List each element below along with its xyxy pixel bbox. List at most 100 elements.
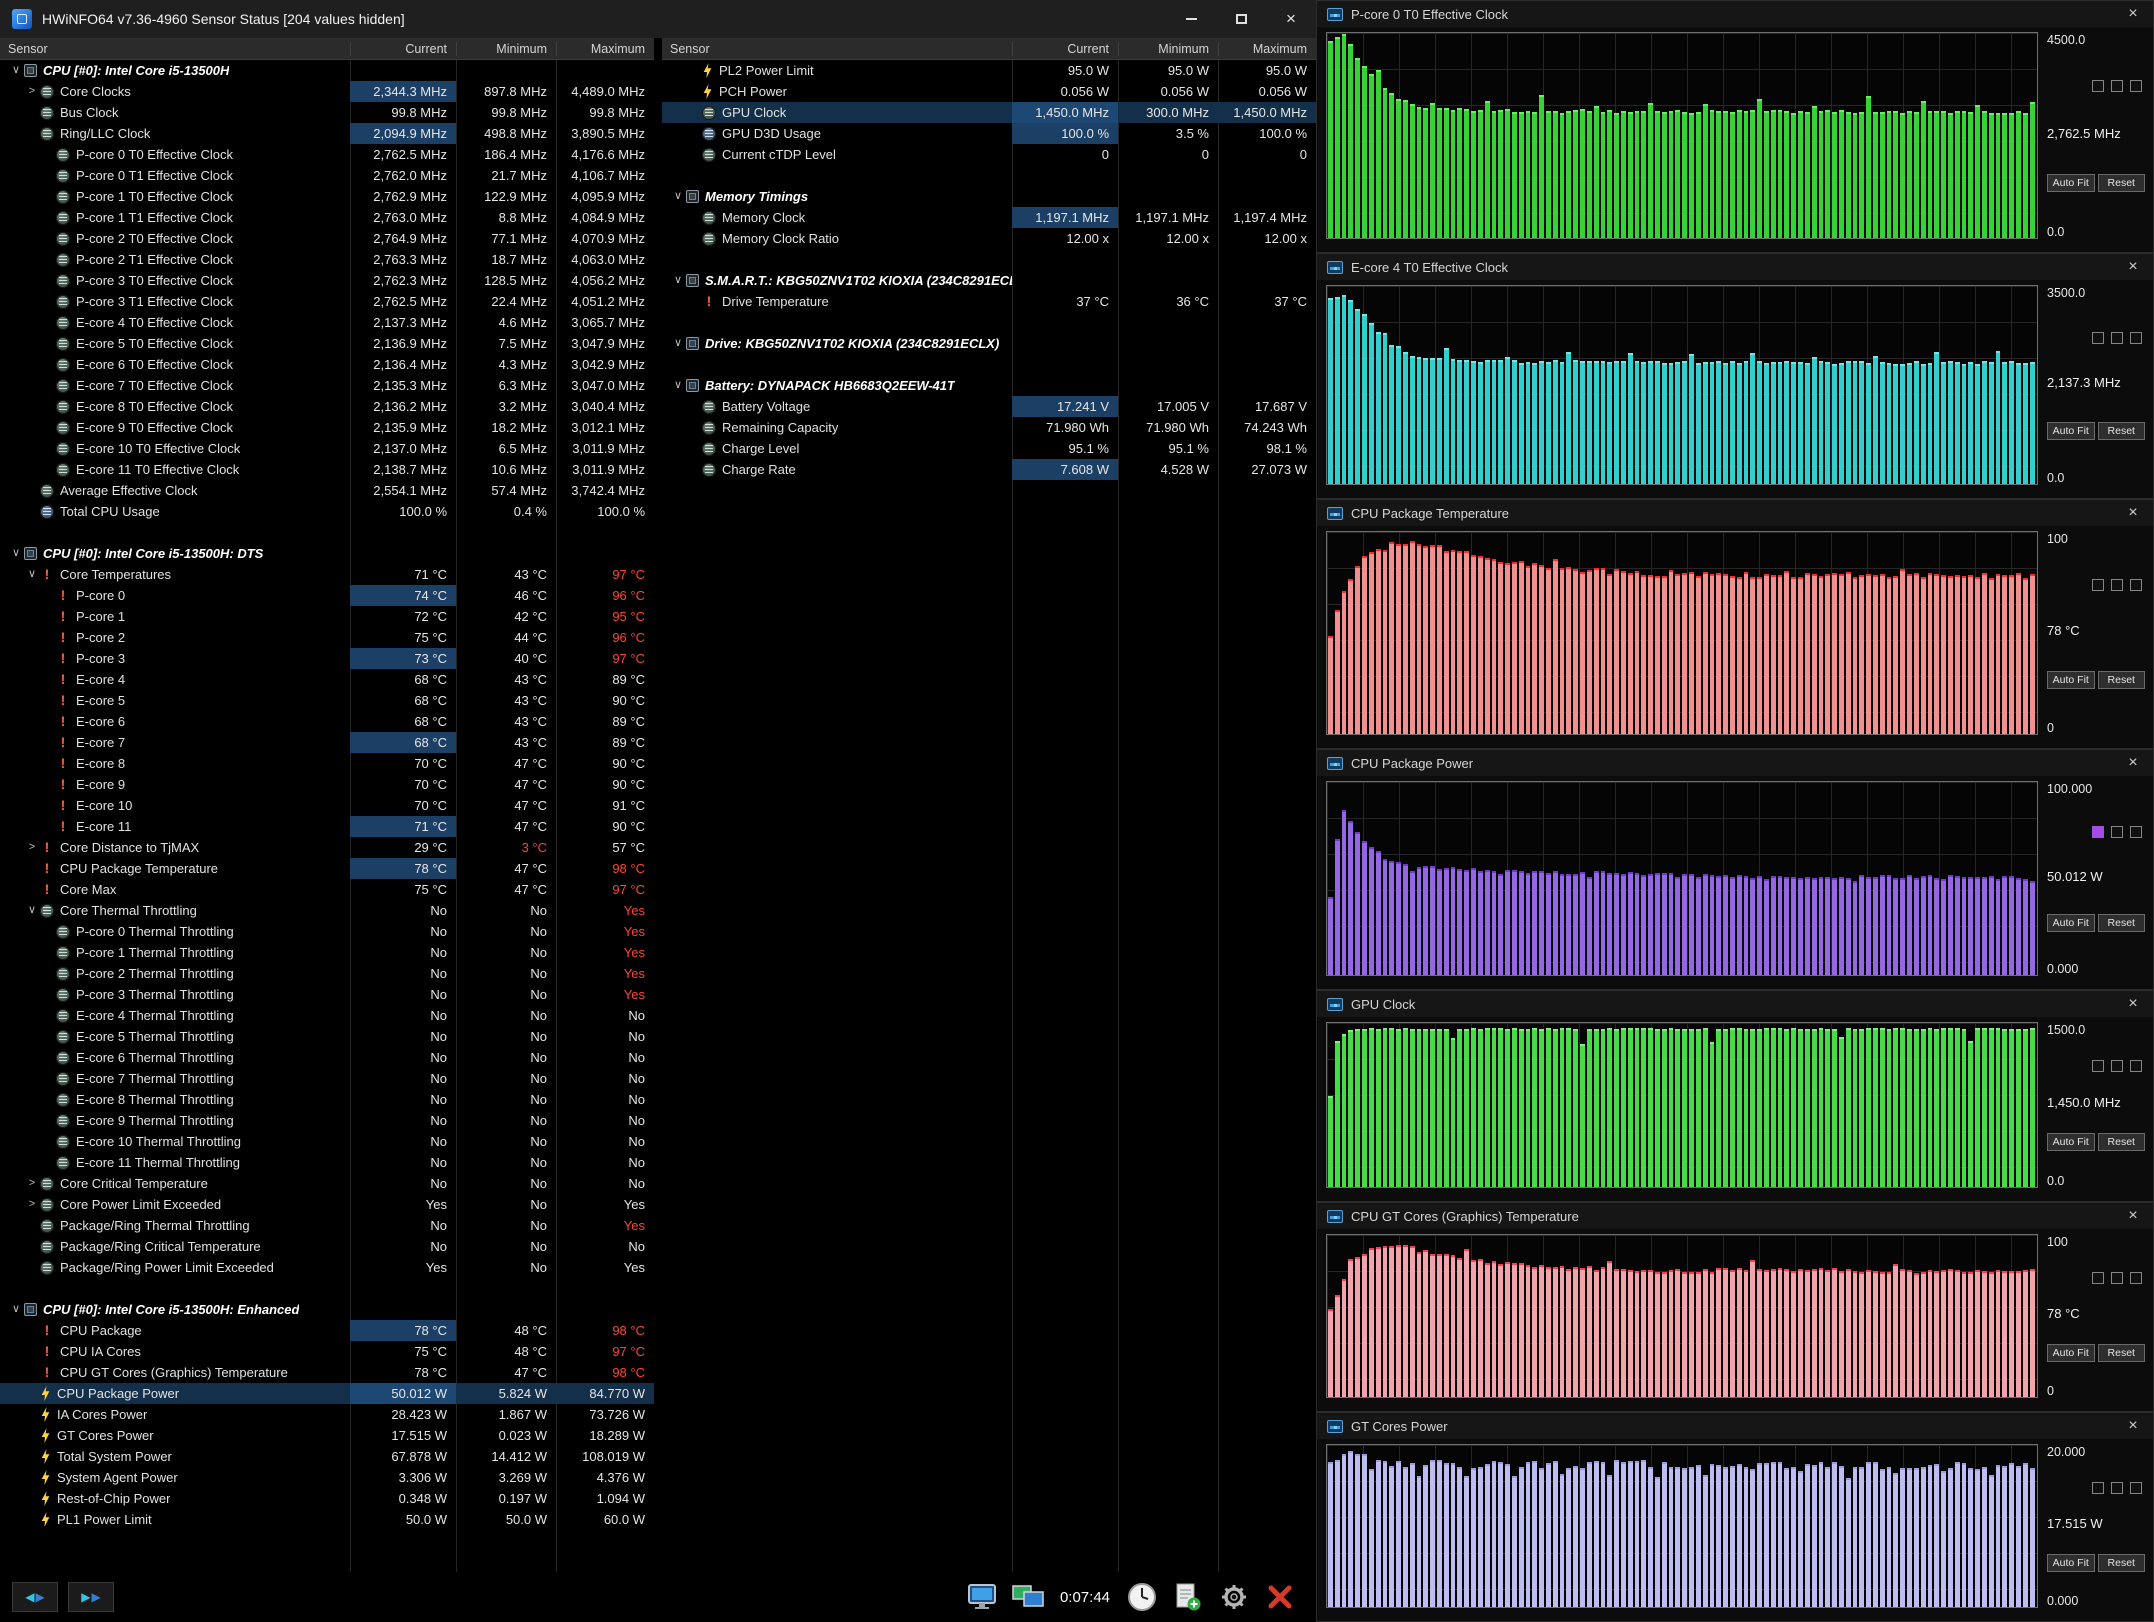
sensor-row[interactable]: P-core 1 Thermal ThrottlingNoNoYes [0, 942, 654, 963]
sensor-row[interactable]: E-core 10 T0 Effective Clock2,137.0 MHz6… [0, 438, 654, 459]
settings-gear-icon[interactable] [1216, 1579, 1252, 1615]
expand-arrow[interactable]: ∨ [24, 564, 40, 585]
graph-option-checkbox[interactable] [2092, 1482, 2104, 1494]
reset-button[interactable]: Reset [2098, 174, 2146, 192]
sensor-group-row[interactable]: ∨CPU [#0]: Intel Core i5-13500H: DTS [0, 543, 654, 564]
sensor-row[interactable]: !CPU Package Temperature78 °C47 °C98 °C [0, 858, 654, 879]
reset-button[interactable]: Reset [2098, 422, 2146, 440]
sensor-row[interactable]: P-core 2 T1 Effective Clock2,763.3 MHz18… [0, 249, 654, 270]
nav-forward-all-button[interactable]: ▶▶ [68, 1582, 114, 1612]
sensor-row[interactable]: !CPU IA Cores75 °C48 °C97 °C [0, 1341, 654, 1362]
sensor-row[interactable]: !P-core 074 °C46 °C96 °C [0, 585, 654, 606]
auto-fit-button[interactable]: Auto Fit [2047, 422, 2095, 440]
sensor-row[interactable]: P-core 0 T0 Effective Clock2,762.5 MHz18… [0, 144, 654, 165]
sensor-row[interactable]: Average Effective Clock2,554.1 MHz57.4 M… [0, 480, 654, 501]
graph-option-checkbox[interactable] [2130, 1482, 2142, 1494]
sensor-row[interactable]: PL1 Power Limit50.0 W50.0 W60.0 W [0, 1509, 654, 1530]
sensor-row[interactable]: E-core 9 T0 Effective Clock2,135.9 MHz18… [0, 417, 654, 438]
sensor-row[interactable]: E-core 11 T0 Effective Clock2,138.7 MHz1… [0, 459, 654, 480]
sensor-row[interactable]: Memory Clock Ratio12.00 x12.00 x12.00 x [662, 228, 1316, 249]
sensor-row[interactable]: Charge Level95.1 %95.1 %98.1 % [662, 438, 1316, 459]
sensor-row[interactable]: System Agent Power3.306 W3.269 W4.376 W [0, 1467, 654, 1488]
sensor-row[interactable]: CPU Package Power50.012 W5.824 W84.770 W [0, 1383, 654, 1404]
sensor-row[interactable]: E-core 6 T0 Effective Clock2,136.4 MHz4.… [0, 354, 654, 375]
expand-arrow[interactable]: > [24, 81, 40, 102]
sensor-row[interactable]: !CPU GT Cores (Graphics) Temperature78 °… [0, 1362, 654, 1383]
sensor-row[interactable]: ∨!Core Temperatures71 °C43 °C97 °C [0, 564, 654, 585]
expand-arrow[interactable]: > [24, 1194, 40, 1215]
close-icon[interactable]: × [2123, 504, 2143, 522]
graph-option-checkbox[interactable] [2111, 1272, 2123, 1284]
sensor-row[interactable]: E-core 10 Thermal ThrottlingNoNoNo [0, 1131, 654, 1152]
sensor-row[interactable]: P-core 3 T0 Effective Clock2,762.3 MHz12… [0, 270, 654, 291]
sensor-row[interactable]: !P-core 275 °C44 °C96 °C [0, 627, 654, 648]
sensor-row[interactable]: Total System Power67.878 W14.412 W108.01… [0, 1446, 654, 1467]
sensor-row[interactable]: E-core 7 Thermal ThrottlingNoNoNo [0, 1068, 654, 1089]
sensor-row[interactable]: !Drive Temperature37 °C36 °C37 °C [662, 291, 1316, 312]
sensor-row[interactable]: E-core 5 Thermal ThrottlingNoNoNo [0, 1026, 654, 1047]
graph-option-checkbox[interactable] [2130, 826, 2142, 838]
system-monitor-icon[interactable] [964, 1579, 1000, 1615]
graph-option-checkbox[interactable] [2092, 1060, 2104, 1072]
sensor-row[interactable]: Remaining Capacity71.980 Wh71.980 Wh74.2… [662, 417, 1316, 438]
sensor-row[interactable]: E-core 4 Thermal ThrottlingNoNoNo [0, 1005, 654, 1026]
column-header-current[interactable]: Current [1012, 42, 1118, 56]
sensor-row[interactable]: Memory Clock1,197.1 MHz1,197.1 MHz1,197.… [662, 207, 1316, 228]
sensor-group-row[interactable]: ∨CPU [#0]: Intel Core i5-13500H: Enhance… [0, 1299, 654, 1320]
graph-option-checkbox[interactable] [2130, 80, 2142, 92]
sensor-row[interactable]: Ring/LLC Clock2,094.9 MHz498.8 MHz3,890.… [0, 123, 654, 144]
nav-back-forward-button[interactable]: ◀▶ [12, 1582, 58, 1612]
sensor-row[interactable]: P-core 3 Thermal ThrottlingNoNoYes [0, 984, 654, 1005]
sensor-row[interactable]: >!Core Distance to TjMAX29 °C3 °C57 °C [0, 837, 654, 858]
sensor-row[interactable]: PL2 Power Limit95.0 W95.0 W95.0 W [662, 60, 1316, 81]
column-header-maximum[interactable]: Maximum [556, 42, 654, 56]
sensor-row[interactable]: E-core 8 T0 Effective Clock2,136.2 MHz3.… [0, 396, 654, 417]
column-header-sensor[interactable]: Sensor [0, 42, 350, 56]
reset-button[interactable]: Reset [2098, 1133, 2146, 1151]
sensor-row[interactable]: !E-core 870 °C47 °C90 °C [0, 753, 654, 774]
expand-arrow[interactable]: > [24, 1173, 40, 1194]
close-icon[interactable]: × [2123, 1417, 2143, 1435]
sensor-row[interactable]: Battery Voltage17.241 V17.005 V17.687 V [662, 396, 1316, 417]
sensor-group-row[interactable]: ∨S.M.A.R.T.: KBG50ZNV1T02 KIOXIA (234C82… [662, 270, 1316, 291]
remote-monitors-icon[interactable] [1010, 1579, 1046, 1615]
auto-fit-button[interactable]: Auto Fit [2047, 1133, 2095, 1151]
column-header-minimum[interactable]: Minimum [456, 42, 556, 56]
graph-option-checkbox[interactable] [2130, 1272, 2142, 1284]
report-icon[interactable] [1170, 1579, 1206, 1615]
sensor-row[interactable]: Charge Rate7.608 W4.528 W27.073 W [662, 459, 1316, 480]
graph-option-checkbox[interactable] [2111, 332, 2123, 344]
expand-arrow[interactable]: ∨ [670, 333, 686, 354]
sensor-row[interactable]: PCH Power0.056 W0.056 W0.056 W [662, 81, 1316, 102]
sensor-row[interactable]: Total CPU Usage100.0 %0.4 %100.0 % [0, 501, 654, 522]
reset-button[interactable]: Reset [2098, 671, 2146, 689]
sensor-row[interactable]: !CPU Package78 °C48 °C98 °C [0, 1320, 654, 1341]
close-icon[interactable]: × [2123, 1207, 2143, 1225]
graph-option-checkbox[interactable] [2111, 579, 2123, 591]
expand-arrow[interactable]: ∨ [8, 60, 24, 81]
column-header-sensor[interactable]: Sensor [662, 42, 1012, 56]
sensor-row[interactable]: !E-core 568 °C43 °C90 °C [0, 690, 654, 711]
sensor-row[interactable]: !Core Max75 °C47 °C97 °C [0, 879, 654, 900]
sensor-row[interactable]: E-core 8 Thermal ThrottlingNoNoNo [0, 1089, 654, 1110]
exit-icon[interactable] [1262, 1579, 1298, 1615]
reset-button[interactable]: Reset [2098, 1554, 2146, 1572]
sensor-row[interactable]: !E-core 970 °C47 °C90 °C [0, 774, 654, 795]
auto-fit-button[interactable]: Auto Fit [2047, 1554, 2095, 1572]
sensor-group-row[interactable]: ∨CPU [#0]: Intel Core i5-13500H [0, 60, 654, 81]
column-header-current[interactable]: Current [350, 42, 456, 56]
sensor-row[interactable]: !P-core 172 °C42 °C95 °C [0, 606, 654, 627]
sensor-row[interactable]: !E-core 1171 °C47 °C90 °C [0, 816, 654, 837]
graph-option-checkbox[interactable] [2092, 579, 2104, 591]
sensor-row[interactable]: E-core 11 Thermal ThrottlingNoNoNo [0, 1152, 654, 1173]
sensor-row[interactable]: E-core 9 Thermal ThrottlingNoNoNo [0, 1110, 654, 1131]
sensor-row[interactable]: P-core 1 T0 Effective Clock2,762.9 MHz12… [0, 186, 654, 207]
maximize-button[interactable] [1216, 0, 1266, 38]
auto-fit-button[interactable]: Auto Fit [2047, 1344, 2095, 1362]
close-icon[interactable]: × [2123, 258, 2143, 276]
graph-option-checkbox[interactable] [2092, 1272, 2104, 1284]
sensor-row[interactable]: Bus Clock99.8 MHz99.8 MHz99.8 MHz [0, 102, 654, 123]
graph-option-checkbox[interactable] [2111, 1482, 2123, 1494]
auto-fit-button[interactable]: Auto Fit [2047, 914, 2095, 932]
close-icon[interactable]: × [2123, 754, 2143, 772]
